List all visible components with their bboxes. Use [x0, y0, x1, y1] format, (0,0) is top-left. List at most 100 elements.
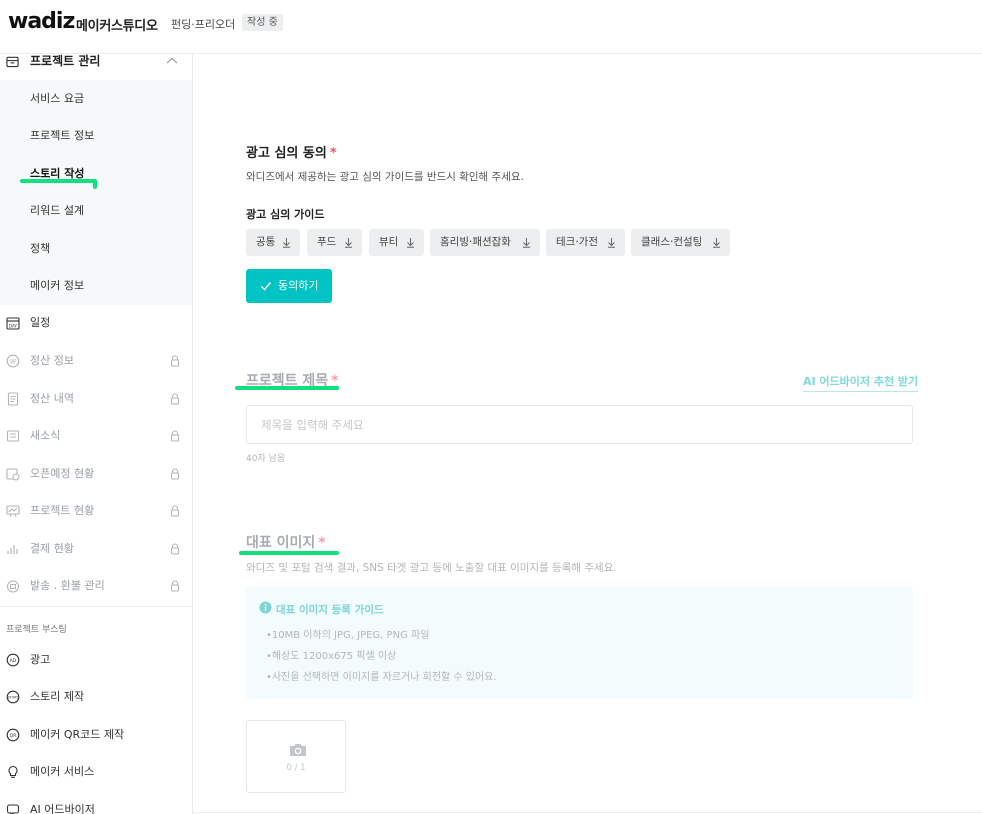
wadiz-logo[interactable]: wadiz: [8, 9, 75, 34]
download-icon: [345, 238, 352, 248]
sidebar-item-maker-info[interactable]: 메이커 정보: [30, 278, 84, 294]
chart-board-icon: [6, 505, 20, 518]
content-bottom-divider: [193, 812, 982, 813]
camera-icon: [290, 744, 306, 756]
image-highlight-mark: [239, 551, 339, 555]
calendar-clock-icon: [6, 468, 20, 481]
lock-icon: [171, 355, 179, 367]
sidebar-item-reward[interactable]: 리워드 설계: [30, 203, 84, 219]
image-guide-box: 대표 이미지 등록 가이드 •10MB 이하의 JPG, JPEG, PNG 파…: [246, 587, 913, 699]
sidebar-group-project-management[interactable]: 프로젝트 관리: [0, 54, 192, 70]
sidebar-item-open-status: 오픈예정 현황: [0, 464, 192, 484]
story-icon: STORY: [6, 690, 20, 704]
sidebar-item-label: 발송 . 환불 관리: [30, 579, 105, 592]
top-header: wadiz 메이커스튜디오 펀딩·프리오더 작성 중: [0, 0, 982, 54]
main-content: 광고 심의 동의 * 와디즈에서 제공하는 광고 심의 가이드를 반드시 확인해 …: [193, 54, 982, 814]
download-icon: [283, 238, 290, 248]
story-highlight-mark: [20, 179, 97, 183]
won-coin-icon: W: [6, 354, 20, 368]
guide-chip-home-fashion[interactable]: 홈리빙·패션잡화: [430, 229, 540, 256]
sidebar-item-ai-advisor[interactable]: AI 어드바이저: [0, 800, 192, 814]
sidebar-item-news: 새소식: [0, 426, 192, 446]
sidebar-item-label: 정산 내역: [30, 392, 74, 405]
boost-section-title: 프로젝트 부스팅: [6, 625, 67, 635]
sidebar-item-qr-code[interactable]: QR 메이커 QR코드 제작: [0, 725, 192, 745]
image-upload-button[interactable]: 0 / 1: [246, 720, 346, 793]
agree-button[interactable]: 동의하기: [246, 269, 332, 303]
main-image-description: 와디즈 및 포털 검색 결과, SNS 타겟 광고 등에 노출할 대표 이미지를…: [246, 562, 617, 574]
sidebar-item-policy[interactable]: 정책: [30, 241, 50, 257]
guide-chip-beauty[interactable]: 뷰티: [369, 229, 424, 256]
ai-chat-icon: [6, 804, 20, 814]
lock-icon: [171, 430, 179, 442]
bulb-icon: [8, 765, 18, 778]
lock-icon: [171, 543, 179, 555]
sidebar-item-label: 광고: [30, 653, 51, 666]
qr-icon: QR: [6, 728, 20, 742]
sidebar-item-settlement-history: 정산 내역: [0, 389, 192, 409]
folder-icon: [6, 56, 19, 68]
required-mark: *: [318, 535, 326, 551]
svg-text:QR: QR: [10, 733, 17, 739]
sidebar-item-label: 새소식: [30, 429, 61, 442]
guide-chip-food[interactable]: 푸드: [307, 229, 362, 256]
sidebar-sub-list: 서비스 요금 프로젝트 정보 스토리 작성 리워드 설계 정책 메이커 정보: [0, 80, 192, 305]
download-icon: [713, 238, 720, 248]
ad-icon: AD: [6, 653, 20, 667]
status-badge: 작성 중: [242, 14, 283, 31]
sidebar-item-ad[interactable]: AD 광고: [0, 650, 192, 670]
main-image-heading: 대표 이미지 *: [246, 535, 326, 551]
image-guide-line: •해상도 1200x675 픽셀 이상: [266, 651, 397, 662]
agree-button-label: 동의하기: [278, 279, 319, 292]
download-icon: [608, 238, 615, 248]
ad-review-description: 와디즈에서 제공하는 광고 심의 가이드를 반드시 확인해 주세요.: [246, 171, 524, 183]
upload-count: 0 / 1: [286, 763, 306, 773]
lock-icon: [171, 505, 179, 517]
guide-chip-tech[interactable]: 테크·가전: [546, 229, 625, 256]
sidebar-group-label: 프로젝트 관리: [30, 54, 101, 68]
lock-icon: [171, 580, 179, 592]
sidebar-item-project-info[interactable]: 프로젝트 정보: [30, 128, 94, 144]
download-icon: [407, 238, 414, 248]
box-icon: [6, 580, 20, 593]
svg-text:W: W: [10, 359, 16, 366]
news-icon: [6, 430, 20, 442]
sidebar-item-service-fee[interactable]: 서비스 요금: [30, 91, 84, 107]
sidebar-item-label: 오픈예정 현황: [30, 467, 95, 480]
sidebar-item-label: 메이커 QR코드 제작: [30, 728, 125, 741]
image-guide-title: 대표 이미지 등록 가이드: [276, 604, 384, 616]
sidebar-item-maker-service[interactable]: 메이커 서비스: [0, 762, 192, 782]
sidebar-item-payment-status: 결제 현황: [0, 539, 192, 559]
guide-chip-common[interactable]: 공통: [246, 229, 300, 256]
svg-text:AD: AD: [10, 658, 17, 664]
sidebar-item-label: 일정: [30, 316, 51, 329]
image-guide-line: •사진을 선택하면 이미지를 자르거나 회전할 수 있어요.: [266, 672, 497, 683]
sidebar-item-story-production[interactable]: STORY 스토리 제작: [0, 687, 192, 707]
download-icon: [523, 238, 530, 248]
calendar-icon: DAY: [6, 317, 20, 330]
check-icon: [260, 282, 272, 291]
project-type: 펀딩·프리오더: [171, 18, 236, 31]
story-highlight-tail: [93, 180, 97, 189]
chevron-up-icon[interactable]: [166, 56, 178, 66]
guide-chip-class[interactable]: 클래스·컨설팅: [631, 229, 730, 256]
ad-guide-label: 광고 심의 가이드: [246, 208, 325, 221]
studio-name: 메이커스튜디오: [76, 19, 158, 34]
sidebar-item-project-status: 프로젝트 현황: [0, 501, 192, 521]
sidebar-item-label: 스토리 제작: [30, 690, 85, 703]
svg-text:STORY: STORY: [8, 696, 18, 700]
sidebar-item-settlement-info: W 정산 정보: [0, 351, 192, 371]
sidebar-item-label: 프로젝트 현황: [30, 504, 95, 517]
title-highlight-mark: [235, 386, 339, 390]
ai-advisor-link[interactable]: AI 어드바이저 추천 받기: [803, 373, 919, 392]
lock-icon: [171, 468, 179, 480]
image-guide-line: •10MB 이하의 JPG, JPEG, PNG 파일: [266, 630, 430, 641]
info-icon: [259, 601, 272, 614]
sidebar-item-shipping-refund: 발송 . 환불 관리: [0, 576, 192, 596]
lock-icon: [171, 393, 179, 405]
sidebar-item-label: 결제 현황: [30, 542, 74, 555]
sidebar-item-schedule[interactable]: DAY 일정: [0, 313, 192, 333]
receipt-icon: [7, 392, 19, 406]
title-char-counter: 40자 남음: [246, 454, 286, 464]
project-title-input[interactable]: [246, 405, 913, 444]
